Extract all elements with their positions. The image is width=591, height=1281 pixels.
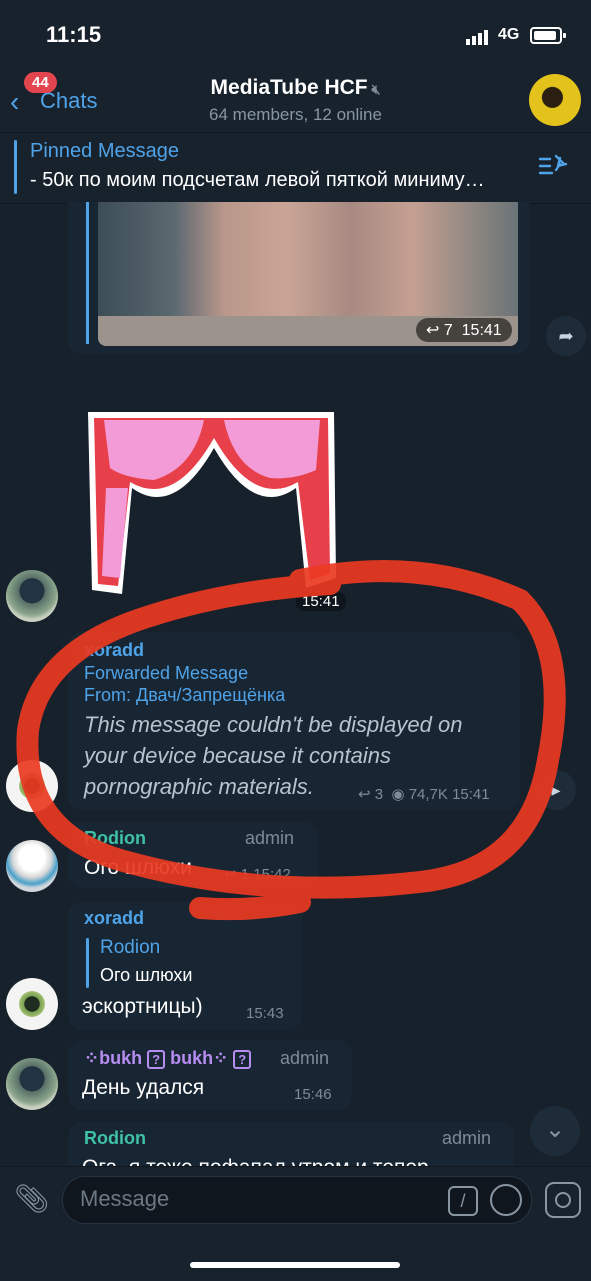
group-avatar[interactable] <box>529 74 581 126</box>
restricted-text-line3: pornographic materials. <box>84 774 314 799</box>
forward-accent-bar <box>86 202 89 344</box>
reply-arrow-icon: ↩ <box>224 866 237 883</box>
status-time: 11:15 <box>46 22 102 47</box>
pinned-text: - 50к по моим подсчетам левой пяткой мин… <box>30 169 485 191</box>
avatar[interactable] <box>6 840 58 892</box>
admin-badge: admin <box>442 1128 492 1148</box>
quoted-text[interactable]: Ого шлюхи <box>100 965 192 986</box>
sender-name-part1: bukh <box>99 1048 143 1068</box>
avatar[interactable] <box>6 570 58 622</box>
pinned-accent-bar <box>14 140 17 194</box>
sender-name[interactable]: ⁘bukh ? bukh⁘ ? <box>84 1048 252 1069</box>
admin-badge: admin <box>280 1048 330 1068</box>
restricted-text-line2: your device because it contains <box>84 743 391 768</box>
reply-arrow-icon: ↩ <box>358 786 371 803</box>
sender-name[interactable]: Rodion <box>84 1128 146 1149</box>
curtain-sticker[interactable] <box>84 408 338 596</box>
message-time: 15:42 <box>253 866 291 883</box>
reply-arrow-icon: ↩ <box>426 322 440 339</box>
message-meta: ↩ 1 15:42 <box>224 865 291 883</box>
forward-source[interactable]: From: Двач/Запрещёнка <box>84 685 285 706</box>
forwarded-label: Forwarded Message <box>84 663 249 683</box>
sticker-time: 15:41 <box>296 592 346 611</box>
restricted-text-line1: This message couldn't be displayed on <box>84 712 463 737</box>
chat-title: MediaTube HCF <box>210 76 368 99</box>
quoted-sender[interactable]: Rodion <box>100 937 160 959</box>
signal-icon <box>466 27 490 45</box>
battery-icon <box>530 27 566 44</box>
message-text: День удался <box>82 1076 205 1099</box>
question-box-icon: ? <box>147 1050 166 1069</box>
photo-meta: ↩ 7 15:41 <box>416 318 512 342</box>
avatar[interactable] <box>6 760 58 812</box>
sparkle-icon: ⁘ <box>213 1048 229 1068</box>
reply-count: 1 <box>240 866 250 883</box>
muted-icon: 🔇︎ <box>371 81 381 97</box>
forwarded-time: 15:41 <box>452 786 490 803</box>
avatar[interactable] <box>6 1058 58 1110</box>
sticker-icon[interactable] <box>490 1184 522 1216</box>
attach-icon[interactable]: 📎︎ <box>14 1182 50 1215</box>
message-placeholder: Message <box>80 1186 170 1211</box>
avatar[interactable] <box>6 978 58 1030</box>
message-time: 15:46 <box>294 1086 332 1103</box>
pinned-title: Pinned Message <box>30 140 179 162</box>
network-type: 4G <box>498 26 520 43</box>
sender-name[interactable]: xoradd <box>84 908 144 929</box>
photo-time: 15:41 <box>461 322 502 339</box>
reply-accent-bar <box>86 938 89 988</box>
sender-name-part2: bukh <box>170 1048 214 1068</box>
forward-from-prefix: From: <box>84 685 136 705</box>
chat-title-wrapper[interactable]: MediaTube HCF 🔇︎ <box>0 76 591 100</box>
sender-name[interactable]: Rodion <box>84 828 146 849</box>
forwarded-views: 74,7K <box>408 786 448 803</box>
bot-commands-icon[interactable]: / <box>448 1186 478 1216</box>
photo-reply-count: 7 <box>443 322 453 339</box>
forwarded-meta: ↩ 3 ◉ 74,7K 15:41 <box>358 785 490 803</box>
message-text: эскортницы) <box>82 995 203 1018</box>
message-text: Ого шлюхи <box>84 856 192 879</box>
forward-from-channel: Двач/Запрещёнка <box>136 685 286 705</box>
chat-subtitle: 64 members, 12 online <box>209 105 382 124</box>
admin-badge: admin <box>245 828 295 848</box>
home-indicator <box>190 1262 400 1268</box>
question-box-icon: ? <box>233 1050 252 1069</box>
message-time: 15:43 <box>246 1005 284 1022</box>
pin-list-icon[interactable] <box>538 152 570 180</box>
sparkle-icon: ⁘ <box>84 1048 100 1068</box>
share-forward-button[interactable]: ▸ <box>536 770 576 810</box>
forwarded-reply-count: 3 <box>374 786 384 803</box>
sender-name[interactable]: xoradd <box>84 640 144 661</box>
eye-icon: ◉ <box>391 786 405 803</box>
share-forward-button[interactable]: ➦ <box>546 316 586 356</box>
camera-icon[interactable] <box>545 1182 581 1218</box>
scroll-down-button[interactable]: ⌄ <box>530 1106 580 1156</box>
